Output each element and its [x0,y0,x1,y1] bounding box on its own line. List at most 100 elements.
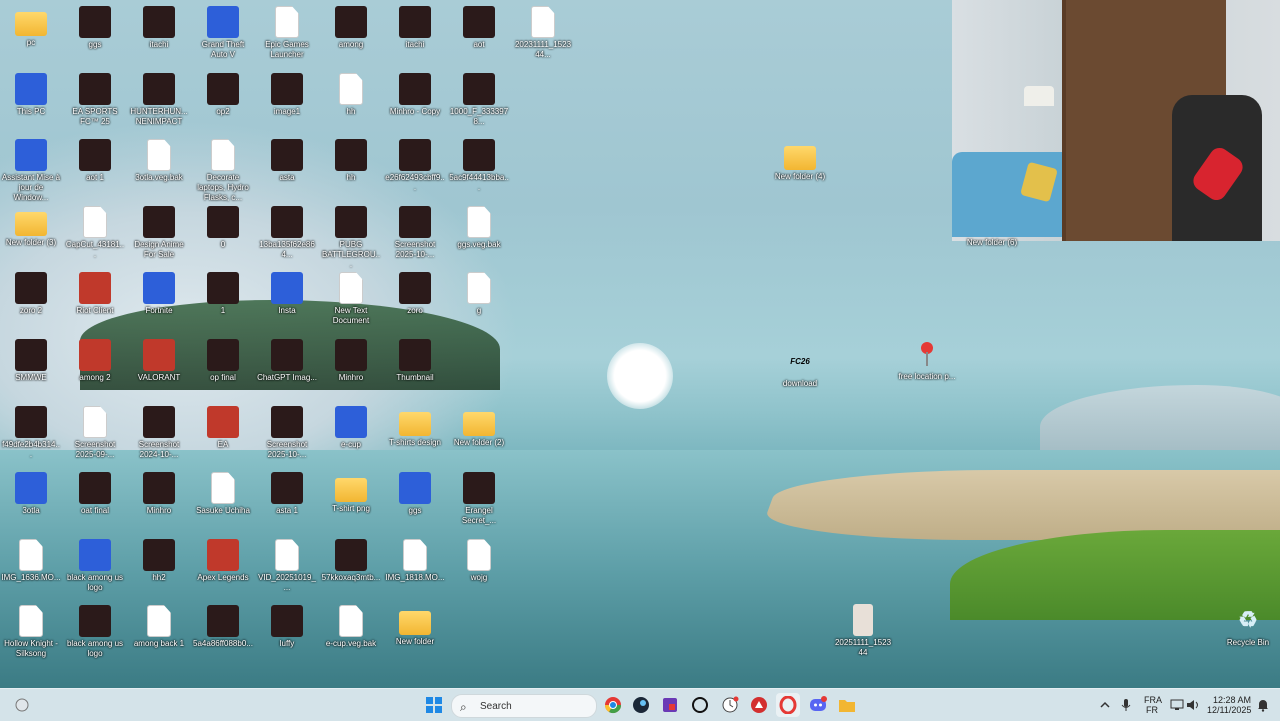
desktop-icon[interactable]: f49dfe2b4b314... [1,406,61,460]
desktop-icon[interactable]: asta 1 [257,472,317,516]
desktop-icon[interactable]: asta [257,139,317,183]
notification-bell-icon[interactable] [1251,693,1275,717]
taskbar-search-box[interactable]: ⌕ Search [451,694,597,718]
desktop-icon[interactable]: g [449,272,509,316]
desktop-icon[interactable]: zoro [385,272,445,316]
desktop-icon[interactable]: 5a4a86ff088b0... [193,605,253,649]
desktop-icon[interactable]: ggs [385,472,445,516]
desktop-icon[interactable]: itachi [385,6,445,50]
desktop-icon[interactable]: e-cup.veg.bak [321,605,381,649]
desktop-icon[interactable]: ggs [65,6,125,50]
desktop-icon-free-location[interactable]: free location p... [897,338,957,382]
start-button[interactable] [422,693,446,717]
desktop-icon[interactable]: itachi [129,6,189,50]
widgets-icon[interactable] [10,693,34,717]
desktop-icon[interactable]: Decorate laptops, Hydro Flasks, c... [193,139,253,203]
opera-gx-icon[interactable] [776,693,800,717]
desktop-icon[interactable]: 0 [193,206,253,250]
desktop-icon[interactable]: oat final [65,472,125,516]
desktop-icon[interactable]: aot [449,6,509,50]
desktop-icon[interactable]: Minhro [321,339,381,383]
desktop-icon[interactable]: zoro 2 [1,272,61,316]
desktop-icon[interactable]: T-shirt png [321,472,381,514]
desktop-icon[interactable]: New folder [385,605,445,647]
microphone-icon[interactable] [1114,693,1138,717]
desktop-icon[interactable]: pc [1,6,61,48]
clock-app-icon[interactable] [718,693,742,717]
file-explorer-icon[interactable] [835,693,859,717]
desktop-icon-photo-20251111[interactable]: 20251111_152344 [833,604,893,658]
desktop-icon[interactable]: op final [193,339,253,383]
desktop-icon[interactable]: EA [193,406,253,450]
language-indicator[interactable]: FRA FR [1144,695,1162,715]
desktop-icon[interactable]: op2 [193,73,253,117]
desktop-icon[interactable]: among back 1 [129,605,189,649]
desktop-icon[interactable]: ggs.veg.bak [449,206,509,250]
chrome-icon[interactable] [601,693,625,717]
desktop-icon[interactable]: Epic Games Launcher [257,6,317,60]
desktop-icon[interactable]: ChatGPT Imag... [257,339,317,383]
desktop-icon[interactable]: IMG_1818.MO... [385,539,445,583]
desktop-icon[interactable]: hh2 [129,539,189,583]
desktop-icon[interactable]: 1000_F_3333978... [449,73,509,127]
desktop-icon[interactable]: black among us logo [65,605,125,659]
app-icon-purple[interactable] [658,693,682,717]
desktop-icon[interactable]: 13ba135f62e864... [257,206,317,260]
desktop-icon[interactable]: HUNTERHUN... NENIMPACT [129,73,189,127]
desktop-icon[interactable]: wojg [449,539,509,583]
desktop-icon-recycle-bin[interactable]: ♻ Recycle Bin [1218,604,1278,648]
desktop-icon[interactable]: Hollow Knight - Silksong [1,605,61,659]
desktop-icon[interactable]: Design Anime For Sale [129,206,189,260]
desktop-icon[interactable]: This PC [1,73,61,117]
desktop-icon[interactable]: Screenshot 2025-09-... [65,406,125,460]
desktop-icon[interactable]: Thumbnail [385,339,445,383]
desktop-icon[interactable]: Grand Theft Auto V [193,6,253,60]
desktop-icon[interactable]: image1 [257,73,317,117]
desktop-icon[interactable]: Screenshot 2025-10-... [257,406,317,460]
desktop-icon[interactable]: Fortnite [129,272,189,316]
desktop-icon[interactable]: hh [321,73,381,117]
desktop-icon[interactable]: PUBG BATTLEGROU... [321,206,381,270]
desktop-icon[interactable]: Apex Legends [193,539,253,583]
desktop-icon[interactable]: IMG_1636.MO... [1,539,61,583]
desktop-icon[interactable]: EA SPORTS FC™ 25 [65,73,125,127]
desktop-icon-new-folder-4[interactable]: New folder (4) [770,140,830,182]
desktop-icon[interactable]: among 2 [65,339,125,383]
desktop-icon[interactable]: luffy [257,605,317,649]
desktop-icon[interactable]: 1 [193,272,253,316]
desktop-icon[interactable]: 3otla [1,472,61,516]
desktop-icon[interactable]: New folder (3) [1,206,61,248]
desktop-icon[interactable]: Insta [257,272,317,316]
desktop-icon[interactable]: black among us logo [65,539,125,593]
desktop-icon[interactable]: 20231111_152344... [513,6,573,60]
volume-icon[interactable] [1181,693,1205,717]
desktop-icon[interactable]: T-shirts design [385,406,445,448]
desktop-icon[interactable]: New Text Document [321,272,381,326]
desktop-icon[interactable]: 3otla.veg.bak [129,139,189,183]
desktop-icon[interactable]: Screenshot 2024-10-... [129,406,189,460]
desktop-icon[interactable]: Riot Client [65,272,125,316]
riot-client-icon[interactable] [747,693,771,717]
clock[interactable]: 12:28 AM 12/11/2025 [1207,695,1251,715]
desktop-icon[interactable]: Assistant Mise à jour de Window... [1,139,61,203]
desktop-icon[interactable]: VID_20251019_... [257,539,317,593]
chatgpt-icon[interactable] [688,693,712,717]
desktop-icon[interactable]: SMMWE [1,339,61,383]
desktop-icon[interactable]: VALORANT [129,339,189,383]
discord-icon[interactable] [806,693,830,717]
desktop-icon[interactable]: 57kkoxaq3mtb... [321,539,381,583]
desktop-icon[interactable]: Sasuke Uchiha [193,472,253,516]
desktop-icon-new-folder-6[interactable]: New folder (6) [962,236,1022,248]
desktop-icon[interactable]: Minhro [129,472,189,516]
desktop-icon[interactable]: e-cup [321,406,381,450]
desktop-icon[interactable]: hh [321,139,381,183]
desktop-icon[interactable]: New folder (2) [449,406,509,448]
desktop-icon[interactable]: 5ac9f44413bba... [449,139,509,193]
desktop-icon[interactable]: e26f62493cbff9... [385,139,445,193]
desktop-icon[interactable]: Minhro - Copy [385,73,445,117]
desktop-icon[interactable]: Erangel Secret_... [449,472,509,526]
desktop-icon[interactable]: CapCut_43181... [65,206,125,260]
steam-icon[interactable] [629,693,653,717]
desktop-icon[interactable]: aot 1 [65,139,125,183]
desktop-icon[interactable]: among [321,6,381,50]
